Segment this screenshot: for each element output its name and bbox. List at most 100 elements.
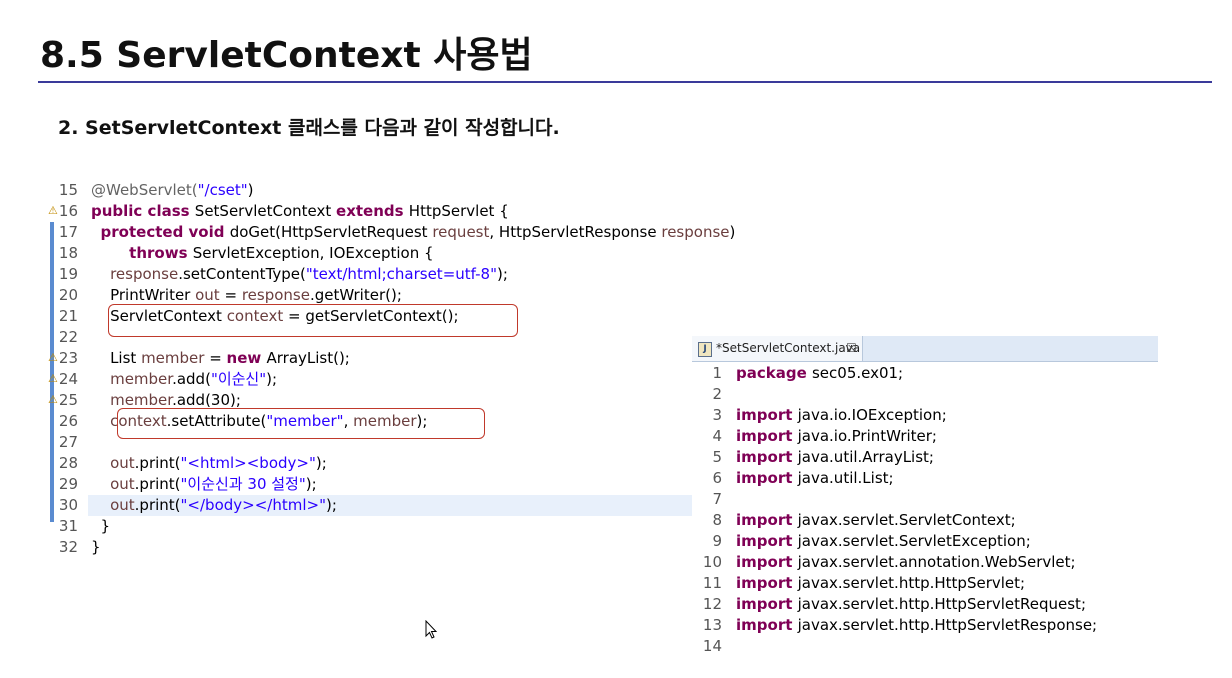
code-line[interactable]: 1 package sec05.ex01; <box>692 363 1158 384</box>
code-line[interactable]: 30 out.print("</body></html>"); <box>48 495 692 516</box>
code-line[interactable]: 10 import javax.servlet.annotation.WebSer… <box>692 552 1158 573</box>
warning-marker-icon[interactable]: ⚠ <box>48 204 58 217</box>
code-token: out <box>195 286 220 304</box>
code-token: member <box>110 391 173 409</box>
code-token: List <box>91 349 142 367</box>
code-line[interactable]: 28 out.print("<html><body>"); <box>48 453 692 474</box>
code-text: import javax.servlet.http.HttpServletRes… <box>736 615 1097 636</box>
code-token: package <box>736 364 812 382</box>
code-line[interactable]: 24 member.add("이순신"); <box>48 369 692 390</box>
code-line[interactable]: 17 protected void doGet(HttpServletReque… <box>48 222 735 243</box>
code-token: protected void <box>100 223 230 241</box>
editor-tab-label: *SetServletContext.java <box>716 341 861 355</box>
code-editor-imports[interactable]: J *SetServletContext.java ☒ 1 package sec… <box>692 336 1158 658</box>
code-token: java.util.List; <box>797 469 894 487</box>
line-number: 32 <box>58 538 78 556</box>
code-token: javax.servlet.http.HttpServletRequest; <box>797 595 1086 613</box>
code-token: import <box>736 553 798 571</box>
code-token: throws <box>129 244 193 262</box>
close-tab-icon[interactable]: ☒ <box>846 336 857 361</box>
code-token: javax.servlet.http.HttpServlet; <box>797 574 1026 592</box>
warning-marker-icon[interactable]: ⚠ <box>48 372 58 385</box>
code-line[interactable]: 3 import java.io.IOException; <box>692 405 1158 426</box>
code-text: response.setContentType("text/html;chars… <box>91 264 508 285</box>
code-line[interactable]: 12 import javax.servlet.http.HttpServletR… <box>692 594 1158 615</box>
code-token: public class <box>91 202 195 220</box>
code-text: public class SetServletContext extends H… <box>91 201 509 222</box>
code-line[interactable]: 9 import javax.servlet.ServletException; <box>692 531 1158 552</box>
code-token: ); <box>315 454 327 472</box>
code-editor-main[interactable]: 15 @WebServlet("/cset") 16 public class Set… <box>48 180 735 560</box>
code-line[interactable]: 11 import javax.servlet.http.HttpServlet; <box>692 573 1158 594</box>
code-token: HttpServlet { <box>408 202 509 220</box>
line-number: 22 <box>58 328 78 346</box>
line-number: 11 <box>702 574 722 592</box>
code-line[interactable]: 6 import java.util.List; <box>692 468 1158 489</box>
code-line[interactable]: 29 out.print("이순신과 30 설정"); <box>48 474 692 495</box>
code-token: response <box>110 265 179 283</box>
line-number: 14 <box>702 637 722 655</box>
line-number: 4 <box>712 427 722 445</box>
code-line[interactable]: 14 <box>692 636 1158 657</box>
code-token: import <box>736 595 798 613</box>
code-line[interactable]: 2 <box>692 384 1158 405</box>
slide-title: 8.5 ServletContext 사용법 <box>40 35 533 76</box>
code-line[interactable]: 13 import javax.servlet.http.HttpServletR… <box>692 615 1158 636</box>
code-line[interactable]: 8 import javax.servlet.ServletContext; <box>692 510 1158 531</box>
code-token: import <box>736 469 798 487</box>
code-token: "이순신과 30 설정" <box>180 475 306 493</box>
warning-marker-icon[interactable]: ⚠ <box>48 393 58 406</box>
code-text: import javax.servlet.ServletException; <box>736 531 1031 552</box>
code-line[interactable]: 7 <box>692 489 1158 510</box>
code-token: "text/html;charset=utf-8" <box>305 265 497 283</box>
code-line[interactable]: 18 throws ServletException, IOException … <box>48 243 692 264</box>
code-line[interactable]: 23 List member = new ArrayList(); <box>48 348 692 369</box>
code-token: "/cset" <box>197 181 248 199</box>
code-line[interactable]: 15 @WebServlet("/cset") <box>48 180 692 201</box>
code-line[interactable]: 4 import java.io.PrintWriter; <box>692 426 1158 447</box>
warning-marker-icon[interactable]: ⚠ <box>48 351 58 364</box>
code-token: import <box>736 574 798 592</box>
code-token: .add(30); <box>172 391 241 409</box>
code-text: } <box>91 516 111 537</box>
code-line[interactable]: 19 response.setContentType("text/html;ch… <box>48 264 692 285</box>
code-token: ); <box>305 475 317 493</box>
line-number: 1 <box>712 364 722 382</box>
code-token: sec05.ex01; <box>811 364 904 382</box>
code-token: import <box>736 427 798 445</box>
line-number: 30 <box>58 496 78 514</box>
code-text: import java.io.IOException; <box>736 405 947 426</box>
code-token: .print( <box>134 475 181 493</box>
line-number: 13 <box>702 616 722 634</box>
code-line[interactable]: 31 } <box>48 516 692 537</box>
highlight-box-get-context <box>108 304 518 337</box>
code-token: doGet(HttpServletRequest <box>229 223 433 241</box>
line-number: 8 <box>712 511 722 529</box>
code-token: .getWriter(); <box>309 286 402 304</box>
code-token: response <box>241 286 310 304</box>
code-token: SetServletContext <box>194 202 337 220</box>
code-token: ) <box>247 181 254 199</box>
code-line[interactable]: 16 public class SetServletContext extends… <box>48 201 692 222</box>
code-token: java.io.PrintWriter; <box>797 427 937 445</box>
slide-subtitle: 2. SetServletContext 클래스를 다음과 같이 작성합니다. <box>58 117 560 139</box>
code-token: javax.servlet.ServletContext; <box>797 511 1016 529</box>
code-line[interactable]: 5 import java.util.ArrayList; <box>692 447 1158 468</box>
code-token: @WebServlet( <box>91 181 198 199</box>
code-token: "</body></html>" <box>180 496 326 514</box>
code-line[interactable]: 20 PrintWriter out = response.getWriter(… <box>48 285 692 306</box>
code-line[interactable]: 32} <box>48 537 692 558</box>
code-token: javax.servlet.http.HttpServletResponse; <box>797 616 1098 634</box>
code-text: import javax.servlet.http.HttpServletReq… <box>736 594 1086 615</box>
code-token: out <box>110 475 135 493</box>
code-token: member <box>141 349 205 367</box>
line-number: 12 <box>702 595 722 613</box>
code-token: ArrayList(); <box>266 349 350 367</box>
code-token: "이순신" <box>210 370 267 388</box>
code-text: PrintWriter out = response.getWriter(); <box>91 285 402 306</box>
line-number: 21 <box>58 307 78 325</box>
editor-tab[interactable]: J *SetServletContext.java ☒ <box>692 336 863 361</box>
